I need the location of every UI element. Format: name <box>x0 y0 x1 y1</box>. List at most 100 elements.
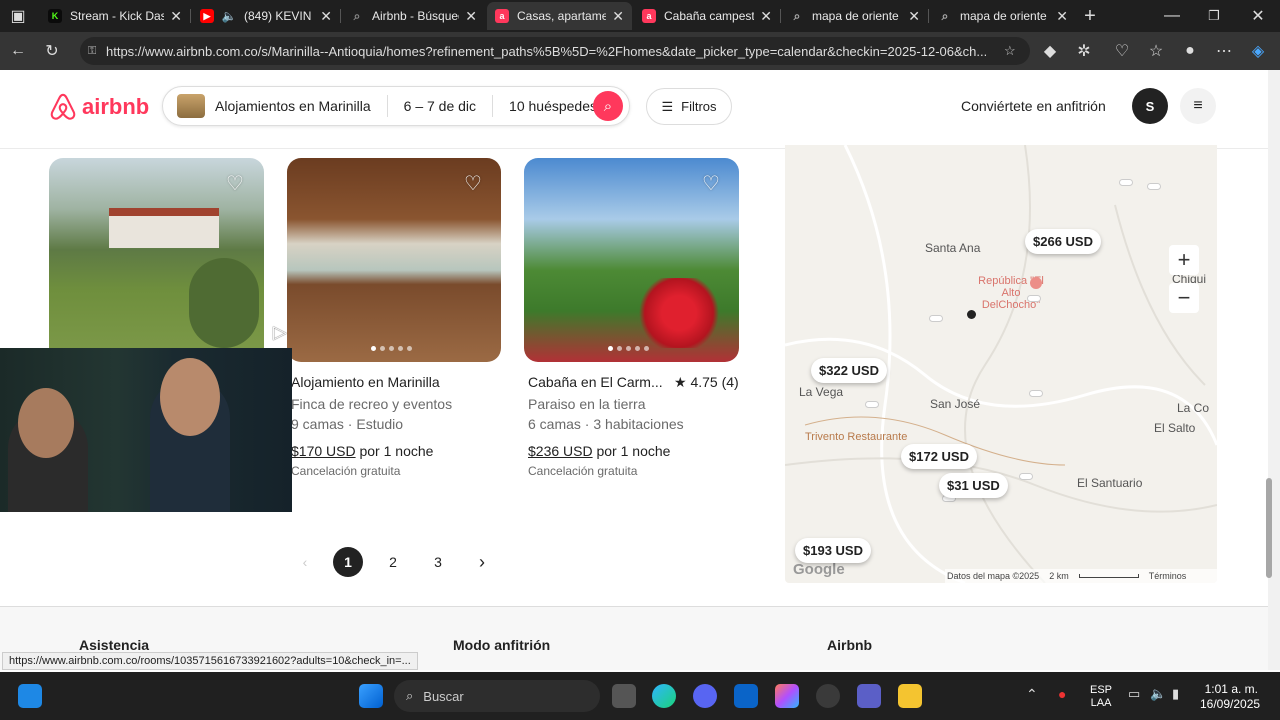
tab-actions-icon[interactable]: ▣ <box>6 4 30 28</box>
zoom-out-button[interactable]: − <box>1169 283 1199 313</box>
tab-1[interactable]: ▶ 🔈 (849) KEVIN F ✕ <box>192 2 340 30</box>
listing-price[interactable]: $170 USD por 1 noche <box>291 443 433 459</box>
clock[interactable]: 1:01 a. m. 16/09/2025 <box>1200 682 1260 712</box>
task-view-icon[interactable] <box>612 684 636 708</box>
tab-5[interactable]: ⌕ mapa de oriente a ✕ <box>782 2 928 30</box>
google-logo: Google <box>793 561 845 578</box>
microphone-icon[interactable]: ● <box>1058 686 1066 702</box>
battery-icon[interactable]: ▮ <box>1172 686 1179 702</box>
tab-2[interactable]: ⌕ Airbnb - Búsqued ✕ <box>342 2 485 30</box>
extension-icon[interactable]: ◆ <box>1038 39 1062 63</box>
heart-icon[interactable]: ♡ <box>464 171 486 195</box>
language-indicator[interactable]: ESP LAA <box>1090 684 1112 710</box>
taskbar: ⌕ Buscar ⌃ ● ESP LAA ▭ 🔈 ▮ 1:01 a. m. 16… <box>0 672 1280 720</box>
price-pin[interactable]: $31 USD <box>939 473 1008 498</box>
puzzle-icon[interactable]: ✲ <box>1072 39 1096 63</box>
price-pin[interactable]: $266 USD <box>1025 229 1101 254</box>
tab-6[interactable]: ⌕ mapa de oriente a ✕ <box>930 2 1076 30</box>
copilot-icon[interactable]: ◈ <box>1246 39 1270 63</box>
minimize-button[interactable]: — <box>1160 4 1184 28</box>
page-3-button[interactable]: 3 <box>423 547 453 577</box>
kick-icon: K <box>48 9 62 23</box>
site-info-icon[interactable]: ⚿ <box>88 45 102 58</box>
map-label: La Vega <box>799 385 844 399</box>
close-icon[interactable]: ✕ <box>170 8 182 25</box>
browser-essentials-icon[interactable]: ♡ <box>1110 39 1134 63</box>
search-button[interactable]: ⌕ <box>593 91 623 121</box>
map[interactable]: Santa Ana República "El Alto DelChocho" … <box>785 145 1217 583</box>
listing-price[interactable]: $236 USD por 1 noche <box>528 443 670 459</box>
listing-title[interactable]: Alojamiento en Marinilla <box>291 374 440 390</box>
heart-icon[interactable]: ♡ <box>702 171 724 195</box>
airbnb-icon: a <box>495 9 509 23</box>
scrollbar[interactable] <box>1268 70 1280 670</box>
speaker-icon[interactable]: 🔈 <box>222 9 237 23</box>
close-icon[interactable]: ✕ <box>1056 8 1068 25</box>
close-icon[interactable]: ✕ <box>612 8 624 25</box>
search-bar[interactable]: Alojamientos en Marinilla 6 – 7 de dic 1… <box>162 86 630 126</box>
edge-icon[interactable] <box>652 684 676 708</box>
more-menu-icon[interactable]: ⋯ <box>1212 39 1236 63</box>
new-tab-button[interactable]: + <box>1078 4 1102 28</box>
scale-bar <box>1078 574 1139 578</box>
taskbar-search[interactable]: ⌕ Buscar <box>394 680 600 712</box>
file-explorer-icon[interactable] <box>898 684 922 708</box>
search-icon: ⌕ <box>353 8 361 23</box>
favorite-star-icon[interactable]: ☆ <box>1004 43 1018 59</box>
listing-title[interactable]: Cabaña en El Carm... <box>528 374 663 390</box>
browser-toolbar: ← ↻ ⚿ https://www.airbnb.com.co/s/Marini… <box>0 32 1280 70</box>
chrome-icon[interactable] <box>816 684 840 708</box>
teams-icon[interactable] <box>857 684 881 708</box>
tab-4[interactable]: a Cabaña campestre ✕ <box>634 2 780 30</box>
price-pin[interactable]: $322 USD <box>811 358 887 383</box>
discord-icon[interactable] <box>693 684 717 708</box>
close-icon[interactable]: ✕ <box>908 8 920 25</box>
outlook-icon[interactable] <box>734 684 758 708</box>
airbnb-icon: a <box>642 9 656 23</box>
page-2-button[interactable]: 2 <box>378 547 408 577</box>
close-icon[interactable]: ✕ <box>465 8 477 25</box>
prev-page-button[interactable]: ‹ <box>290 547 320 577</box>
back-button[interactable]: ← <box>6 39 30 63</box>
copilot-app-icon[interactable] <box>775 684 799 708</box>
heart-icon[interactable]: ♡ <box>226 171 248 195</box>
airbnb-page: airbnb Alojamientos en Marinilla 6 – 7 d… <box>0 70 1268 670</box>
scrollbar-thumb[interactable] <box>1266 478 1272 578</box>
airbnb-logo[interactable]: airbnb <box>48 92 149 122</box>
dates-field[interactable]: 6 – 7 de dic <box>404 98 476 114</box>
map-label: El Santuario <box>1077 476 1143 490</box>
address-bar[interactable]: ⚿ https://www.airbnb.com.co/s/Marinilla-… <box>80 37 1030 65</box>
become-host-link[interactable]: Conviértete en anfitrión <box>961 98 1106 114</box>
page-1-button[interactable]: 1 <box>333 547 363 577</box>
refresh-button[interactable]: ↻ <box>40 39 64 63</box>
favorites-icon[interactable]: ☆ <box>1144 39 1168 63</box>
tab-0[interactable]: K Stream - Kick Dash ✕ <box>40 2 190 30</box>
browser-tab-strip: ▣ K Stream - Kick Dash ✕ ▶ 🔈 (849) KEVIN… <box>0 0 1280 32</box>
next-page-button[interactable]: › <box>467 547 497 577</box>
volume-icon[interactable]: 🔈 <box>1150 686 1166 702</box>
tab-3[interactable]: a Casas, apartamen ✕ <box>487 2 632 30</box>
chevron-up-icon[interactable]: ⌃ <box>1026 686 1038 703</box>
guests-field[interactable]: 10 huéspedes <box>509 98 597 114</box>
network-icon[interactable]: ▭ <box>1128 686 1140 702</box>
restore-button[interactable]: ❐ <box>1202 4 1226 28</box>
price-pin[interactable]: $172 USD <box>901 444 977 469</box>
start-button-icon[interactable] <box>359 684 383 708</box>
widgets-icon[interactable] <box>18 684 42 708</box>
location-field[interactable]: Alojamientos en Marinilla <box>215 98 371 114</box>
close-icon[interactable]: ✕ <box>320 8 332 25</box>
profile-icon[interactable]: ● <box>1178 39 1202 63</box>
close-icon[interactable]: ✕ <box>760 8 772 25</box>
listing-subtitle: Finca de recreo y eventos <box>291 396 453 412</box>
price-pin[interactable]: $193 USD <box>795 538 871 563</box>
zoom-in-button[interactable]: + <box>1169 245 1199 275</box>
listing-subtitle: Paraiso en la tierra <box>528 396 646 412</box>
close-window-button[interactable]: ✕ <box>1246 4 1270 28</box>
filters-button[interactable]: ☰ Filtros <box>646 88 732 125</box>
listing-cancellation: Cancelación gratuita <box>291 464 401 478</box>
map-attribution: Datos del mapa ©2025 2 km Términos <box>945 569 1217 583</box>
avatar[interactable]: S <box>1132 88 1168 124</box>
map-poi-label: Trivento Restaurante <box>805 431 908 443</box>
hamburger-menu-icon[interactable]: ≡ <box>1180 88 1216 124</box>
search-icon: ⌕ <box>793 8 801 23</box>
